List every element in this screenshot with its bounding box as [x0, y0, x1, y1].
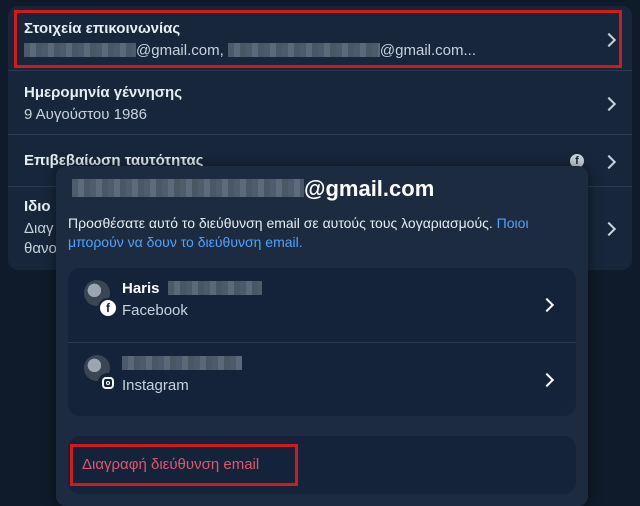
birthday-row[interactable]: Ημερομηνία γέννησης 9 Αυγούστου 1986	[8, 70, 632, 135]
chevron-right-icon	[539, 297, 555, 313]
account-name	[122, 355, 242, 372]
chevron-right-icon	[601, 96, 617, 112]
account-platform: Facebook	[122, 302, 188, 319]
privacy-line-3: θανο	[24, 240, 57, 257]
redacted-surname	[167, 281, 262, 295]
redacted-email	[72, 179, 304, 197]
instagram-badge	[98, 373, 118, 393]
redacted-username	[122, 356, 242, 370]
birthday-value: 9 Αυγούστου 1986	[24, 106, 147, 123]
chevron-right-icon	[539, 372, 555, 388]
email-heading-suffix: @gmail.com	[304, 176, 435, 201]
facebook-badge: f	[98, 298, 118, 318]
birthday-title: Ημερομηνία γέννησης	[24, 84, 182, 101]
privacy-title: Ιδιο	[24, 198, 51, 215]
description-text: Προσθέσατε αυτό το διεύθυνση email σε αυ…	[68, 215, 493, 231]
email-usage-description: Προσθέσατε αυτό το διεύθυνση email σε αυ…	[68, 214, 578, 252]
facebook-icon: f	[100, 300, 116, 316]
chevron-right-icon	[601, 221, 617, 237]
email-heading: @gmail.com	[72, 176, 434, 202]
account-platform: Instagram	[122, 377, 189, 394]
account-row-instagram[interactable]: Instagram	[68, 342, 576, 417]
instagram-icon	[102, 377, 114, 389]
linked-accounts-list: f Haris Facebook Instagram	[68, 268, 576, 416]
account-row-facebook[interactable]: f Haris Facebook	[68, 268, 576, 342]
privacy-line-2: Διαγ	[24, 220, 54, 237]
chevron-right-icon	[601, 154, 617, 170]
delete-email-highlight	[70, 444, 298, 486]
account-name: Haris	[122, 280, 262, 297]
contact-info-highlight	[14, 10, 622, 68]
